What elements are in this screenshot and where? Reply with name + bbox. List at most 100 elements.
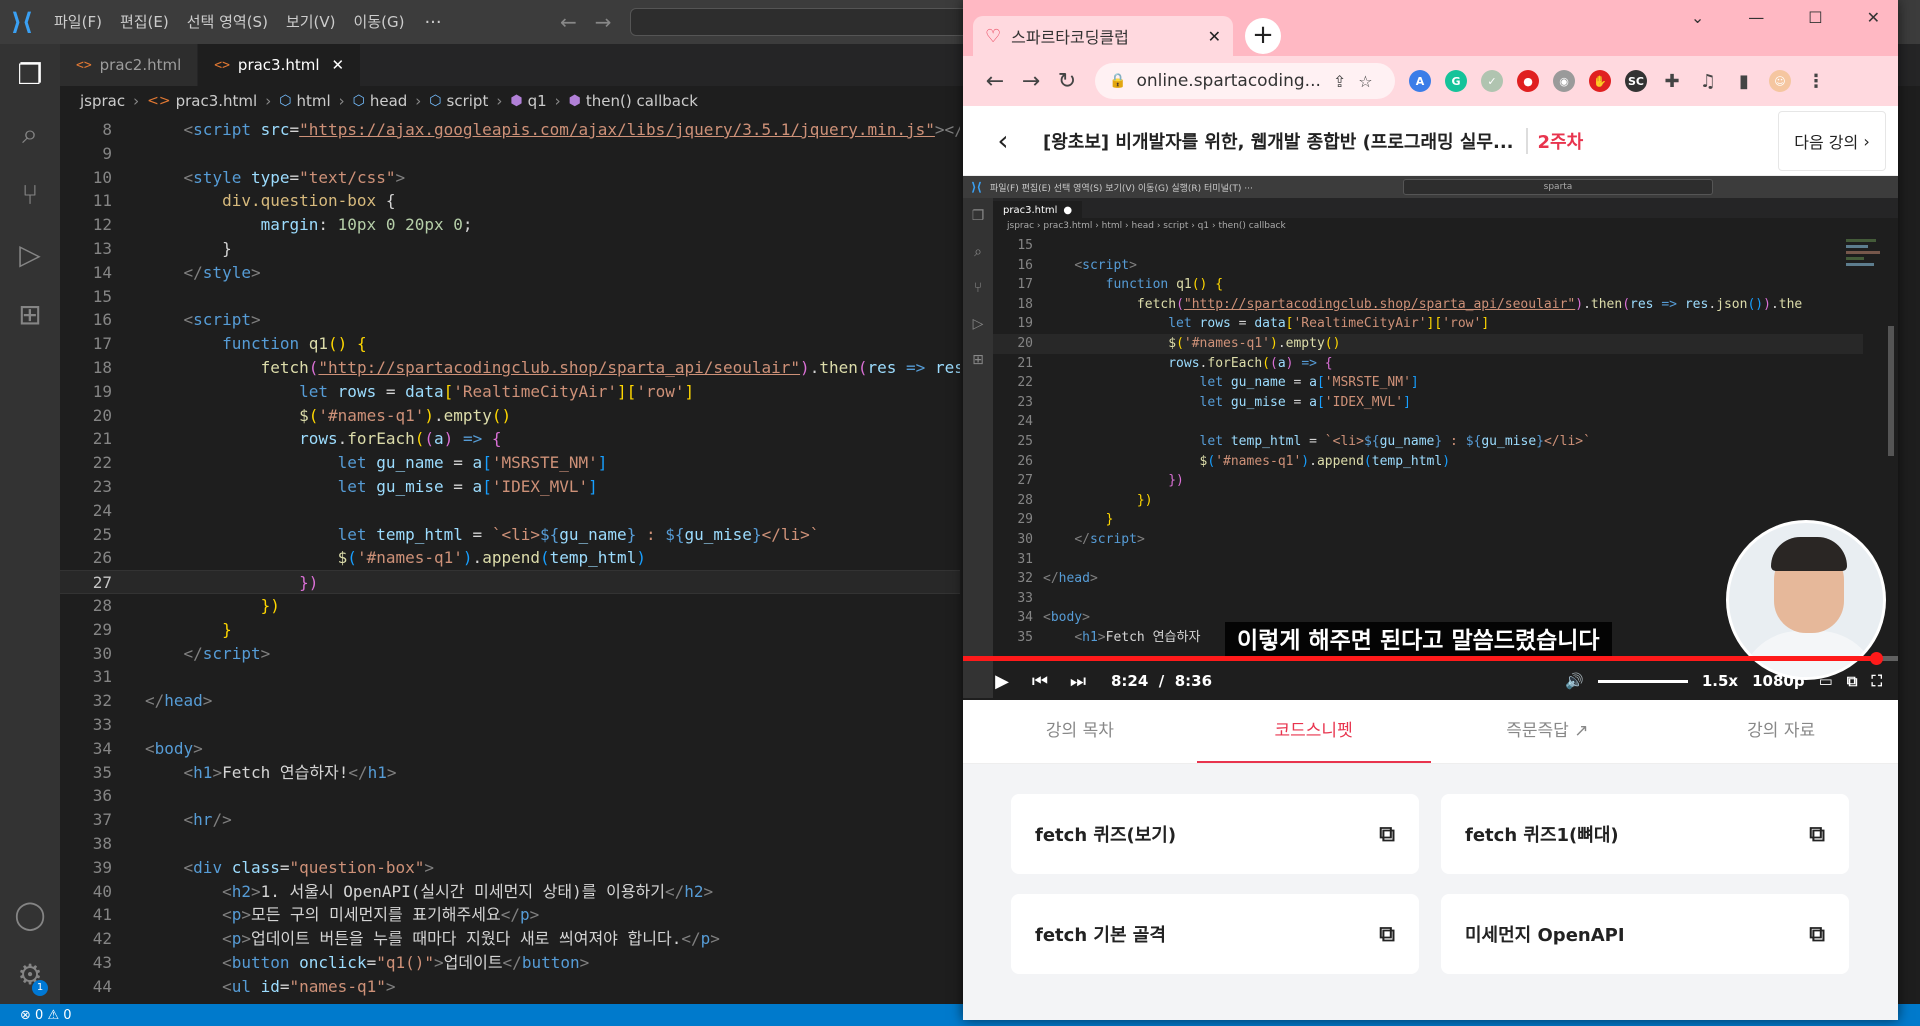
command-center[interactable] [630, 8, 970, 36]
problems-status[interactable]: ⊗ 0 ⚠ 0 [20, 1008, 72, 1023]
line-number: 24 [92, 500, 112, 520]
tab-qna[interactable]: 즉문즉답 ↗ [1431, 700, 1665, 763]
code-line: 22 let gu_name = a['MSRSTE_NM'] [993, 373, 1863, 393]
tab-search-icon[interactable]: ⌄ [1691, 8, 1704, 27]
volume-slider[interactable] [1597, 679, 1688, 683]
menu-more-icon[interactable]: ··· [412, 12, 453, 33]
copy-icon[interactable]: ⧉ [1809, 822, 1825, 847]
lock-icon[interactable]: 🔒 [1109, 73, 1126, 89]
copy-icon[interactable]: ⧉ [1379, 922, 1395, 947]
code-text: let gu_name = a['MSRSTE_NM'] [1199, 375, 1419, 391]
code-line: 41 <p>모든 구의 미세먼지를 표기해주세요</p> [60, 903, 960, 927]
tab-prac2[interactable]: <> prac2.html [60, 44, 199, 86]
code-text: <p>업데이트 버튼을 누를 때마다 지웠다 새로 씌여져야 합니다.</p> [222, 929, 720, 949]
settings-gear-icon[interactable]: ⚙ 1 [0, 944, 60, 1004]
next-icon[interactable]: ⏭ [1059, 671, 1097, 692]
code-line: 23 let gu_mise = a['IDEX_MVL'] [60, 475, 960, 499]
captions-icon[interactable]: ▭ [1819, 672, 1833, 690]
address-bar[interactable]: 🔒 online.spartacoding... ⇪ ☆ [1095, 63, 1395, 99]
close-window-icon[interactable]: ✕ [1867, 8, 1880, 27]
course-back-icon[interactable]: ‹ [963, 124, 1043, 157]
breadcrumb-item[interactable]: q1 [528, 92, 547, 110]
search-icon[interactable]: ⌕ [0, 104, 60, 164]
side-panel-icon[interactable]: ▮ [1733, 70, 1755, 92]
line-number: 16 [1017, 257, 1033, 273]
camera-extension-icon[interactable]: ◉ [1553, 70, 1575, 92]
code-line: 27 }) [60, 570, 960, 594]
explorer-icon[interactable]: ❐ [0, 44, 60, 104]
snippet-card[interactable]: fetch 기본 골격 ⧉ [1011, 894, 1419, 974]
breadcrumb-item[interactable]: prac3.html [176, 92, 258, 110]
breadcrumb-item[interactable]: html [296, 92, 330, 110]
accounts-icon[interactable]: ◯ [0, 884, 60, 944]
code-text: $('#names-q1').append(temp_html) [1199, 453, 1451, 469]
tab-lecture-materials[interactable]: 강의 자료 [1664, 700, 1898, 763]
bookmark-star-icon[interactable]: ☆ [1358, 72, 1372, 91]
chrome-menu-icon[interactable]: ⋮ [1805, 70, 1827, 92]
breadcrumb-item[interactable]: head [370, 92, 407, 110]
speed-button[interactable]: 1.5x [1702, 672, 1738, 690]
nav-forward-icon[interactable]: → [595, 10, 612, 34]
share-icon[interactable]: ⇪ [1333, 72, 1346, 91]
play-icon[interactable]: ▶ [983, 671, 1021, 692]
tab-prac3[interactable]: <> prac3.html ✕ [198, 44, 362, 86]
volume-icon[interactable]: 🔊 [1565, 672, 1584, 690]
menu-view[interactable]: 보기(V) [278, 0, 344, 44]
grammarly-extension-icon[interactable]: G [1445, 70, 1467, 92]
maximize-icon[interactable]: ☐ [1808, 8, 1822, 27]
run-debug-icon[interactable]: ▷ [0, 224, 60, 284]
tab-lecture-index[interactable]: 강의 목차 [963, 700, 1197, 763]
fullscreen-icon[interactable]: ⛶ [1871, 672, 1882, 690]
code-editor[interactable]: 8 <script src="https://ajax.googleapis.c… [60, 118, 960, 1004]
line-number: 31 [92, 667, 112, 687]
video-progress-bar[interactable] [963, 652, 1898, 665]
code-text: <div class="question-box"> [183, 857, 435, 877]
media-icon[interactable]: ♫ [1697, 70, 1719, 92]
video-player[interactable]: ⟩⟨ 파일(F) 편집(E) 선택 영역(S) 보기(V) 이동(G) 실행(R… [963, 176, 1898, 700]
code-line: 39 <div class="question-box"> [60, 856, 960, 880]
browser-tab[interactable]: ♡ 스파르타코딩클럽 ✕ [973, 16, 1233, 56]
new-tab-button[interactable]: + [1245, 18, 1281, 54]
line-number: 9 [102, 143, 112, 163]
snippet-card[interactable]: fetch 퀴즈1(뼈대) ⧉ [1441, 794, 1849, 874]
sc-extension-icon[interactable]: SC [1625, 70, 1647, 92]
breadcrumb-sep-icon: › [338, 92, 345, 110]
pip-icon[interactable]: ⧉ [1847, 672, 1858, 690]
breadcrumb-item[interactable]: jsprac [80, 92, 125, 110]
back-icon[interactable]: ← [977, 69, 1013, 94]
close-tab-icon[interactable]: ✕ [1208, 27, 1221, 46]
tab-code-snippet[interactable]: 코드스니펫 [1196, 700, 1431, 763]
breadcrumb-item[interactable]: then() callback [586, 92, 698, 110]
previous-icon[interactable]: ⏮ [1021, 671, 1059, 692]
extensions-icon[interactable]: ⊞ [0, 284, 60, 344]
source-control-icon[interactable]: ⑂ [0, 164, 60, 224]
quality-button[interactable]: 1080p [1752, 672, 1805, 690]
reload-icon[interactable]: ↻ [1049, 69, 1085, 94]
menu-selection[interactable]: 선택 영역(S) [179, 0, 276, 44]
translate-extension-icon[interactable]: A [1409, 70, 1431, 92]
next-lesson-button[interactable]: 다음 강의 › [1778, 111, 1886, 171]
check-extension-icon[interactable]: ✓ [1481, 70, 1503, 92]
profile-avatar-icon[interactable]: ☺ [1769, 70, 1791, 92]
copy-icon[interactable]: ⧉ [1809, 922, 1825, 947]
close-icon[interactable]: ✕ [332, 56, 345, 74]
minimize-icon[interactable]: — [1748, 8, 1764, 27]
menu-file[interactable]: 파일(F) [46, 0, 110, 44]
breadcrumb-item[interactable]: script [447, 92, 489, 110]
code-text: }) [260, 595, 280, 615]
adblock-extension-icon[interactable]: ✋ [1589, 70, 1611, 92]
forward-icon[interactable]: → [1013, 69, 1049, 94]
menu-edit[interactable]: 편집(E) [112, 0, 177, 44]
record-extension-icon[interactable]: ● [1517, 70, 1539, 92]
line-number: 34 [1017, 610, 1033, 626]
code-line: 26 $('#names-q1').append(temp_html) [60, 546, 960, 570]
snippet-card[interactable]: 미세먼지 OpenAPI ⧉ [1441, 894, 1849, 974]
code-line: 44 <ul id="names-q1"> [60, 975, 960, 999]
code-line: 27 }) [993, 471, 1863, 491]
copy-icon[interactable]: ⧉ [1379, 822, 1395, 847]
snippet-card[interactable]: fetch 퀴즈(보기) ⧉ [1011, 794, 1419, 874]
nav-back-icon[interactable]: ← [560, 10, 577, 34]
puzzle-extensions-icon[interactable]: ✚ [1661, 70, 1683, 92]
code-text: margin: 10px 0 20px 0; [260, 215, 473, 235]
menu-go[interactable]: 이동(G) [346, 0, 413, 44]
